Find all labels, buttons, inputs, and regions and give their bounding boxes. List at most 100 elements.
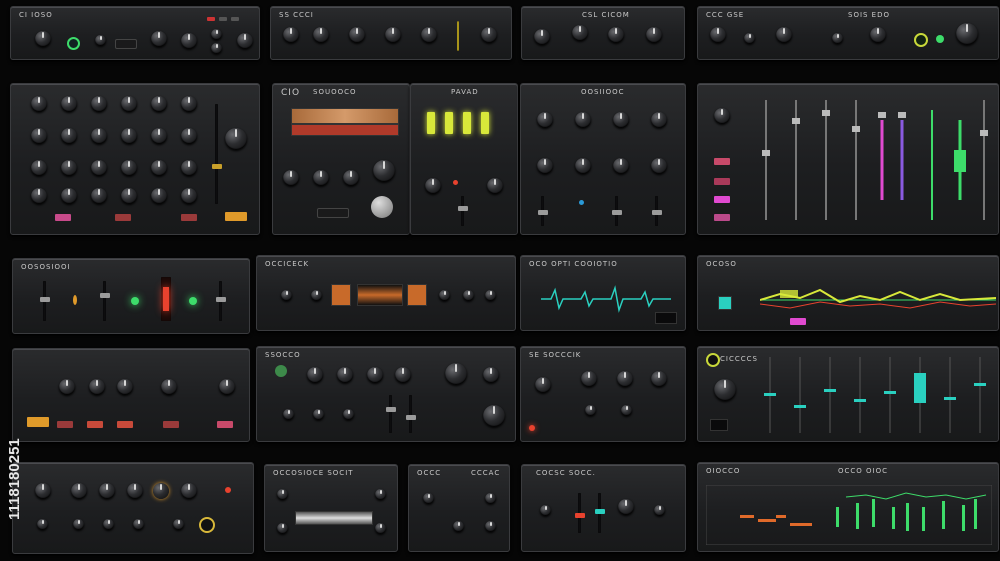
- knob[interactable]: [585, 405, 596, 416]
- knob[interactable]: [283, 27, 299, 43]
- channel-fader[interactable]: [980, 100, 988, 220]
- knob[interactable]: [395, 367, 411, 383]
- knob[interactable]: [313, 409, 324, 420]
- channel-fader[interactable]: [762, 100, 770, 220]
- knob[interactable]: [425, 178, 441, 194]
- knob[interactable]: [646, 27, 662, 43]
- knob[interactable]: [151, 96, 167, 112]
- knob[interactable]: [283, 409, 294, 420]
- fader[interactable]: [211, 104, 222, 204]
- knob[interactable]: [714, 108, 730, 124]
- knob[interactable]: [651, 112, 667, 128]
- fader[interactable]: [537, 196, 548, 226]
- knob[interactable]: [481, 27, 497, 43]
- indicator-button[interactable]: [207, 17, 215, 21]
- switch-button[interactable]: [317, 208, 349, 218]
- indicator-button[interactable]: [714, 158, 730, 165]
- knob[interactable]: [91, 96, 107, 112]
- indicator-button[interactable]: [87, 421, 103, 428]
- knob[interactable]: [776, 27, 792, 43]
- knob[interactable]: [744, 33, 755, 44]
- knob[interactable]: [31, 188, 47, 204]
- fader[interactable]: [457, 196, 468, 226]
- knob[interactable]: [710, 27, 726, 43]
- knob[interactable]: [277, 489, 288, 500]
- knob[interactable]: [103, 519, 114, 530]
- knob[interactable]: [373, 160, 395, 182]
- indicator-button[interactable]: [217, 421, 233, 428]
- knob[interactable]: [121, 128, 137, 144]
- knob[interactable]: [375, 523, 386, 534]
- knob[interactable]: [534, 29, 550, 45]
- knob[interactable]: [651, 158, 667, 174]
- knob[interactable]: [423, 493, 434, 504]
- indicator-button[interactable]: [55, 214, 71, 221]
- indicator-button[interactable]: [225, 212, 247, 221]
- knob[interactable]: [219, 379, 235, 395]
- knob[interactable]: [121, 160, 137, 176]
- knob[interactable]: [91, 128, 107, 144]
- knob[interactable]: [439, 290, 450, 301]
- knob[interactable]: [151, 128, 167, 144]
- knob[interactable]: [35, 483, 51, 499]
- knob[interactable]: [225, 128, 247, 150]
- knob[interactable]: [613, 112, 629, 128]
- knob[interactable]: [91, 160, 107, 176]
- knob[interactable]: [385, 27, 401, 43]
- knob[interactable]: [483, 367, 499, 383]
- knob[interactable]: [453, 521, 464, 532]
- fader[interactable]: [99, 281, 110, 321]
- knob[interactable]: [173, 519, 184, 530]
- knob[interactable]: [127, 483, 143, 499]
- indicator-button[interactable]: [714, 196, 730, 203]
- knob[interactable]: [367, 367, 383, 383]
- knob[interactable]: [617, 371, 633, 387]
- knob[interactable]: [99, 483, 115, 499]
- fader[interactable]: [161, 277, 171, 321]
- knob[interactable]: [313, 27, 329, 43]
- indicator-button[interactable]: [445, 112, 453, 134]
- channel-fader[interactable]: [792, 100, 800, 220]
- knob[interactable]: [618, 499, 634, 515]
- knob[interactable]: [313, 170, 329, 186]
- knob[interactable]: [572, 25, 588, 41]
- knob[interactable]: [181, 96, 197, 112]
- indicator-button[interactable]: [27, 417, 49, 427]
- knob[interactable]: [181, 188, 197, 204]
- knob[interactable]: [31, 96, 47, 112]
- indicator-button[interactable]: [231, 17, 239, 21]
- channel-fader[interactable]: [898, 112, 906, 200]
- knob[interactable]: [95, 35, 106, 46]
- knob[interactable]: [181, 33, 197, 49]
- knob[interactable]: [540, 505, 551, 516]
- fader[interactable]: [385, 395, 396, 433]
- knob[interactable]: [35, 31, 51, 47]
- channel-fader[interactable]: [852, 100, 860, 220]
- knob[interactable]: [211, 43, 222, 54]
- knob[interactable]: [151, 188, 167, 204]
- knob[interactable]: [487, 178, 503, 194]
- knob[interactable]: [181, 128, 197, 144]
- knob[interactable]: [654, 505, 665, 516]
- knob[interactable]: [181, 160, 197, 176]
- knob[interactable]: [343, 409, 354, 420]
- knob[interactable]: [277, 523, 288, 534]
- knob[interactable]: [73, 519, 84, 530]
- knob[interactable]: [71, 483, 87, 499]
- knob[interactable]: [575, 158, 591, 174]
- indicator-button[interactable]: [117, 421, 133, 428]
- knob[interactable]: [121, 96, 137, 112]
- knob[interactable]: [283, 170, 299, 186]
- knob[interactable]: [651, 371, 667, 387]
- knob[interactable]: [89, 379, 105, 395]
- knob[interactable]: [37, 519, 48, 530]
- knob[interactable]: [535, 377, 551, 393]
- knob[interactable]: [613, 158, 629, 174]
- knob[interactable]: [59, 379, 75, 395]
- knob[interactable]: [608, 27, 624, 43]
- indicator-button[interactable]: [714, 214, 730, 221]
- indicator-button[interactable]: [115, 214, 131, 221]
- knob[interactable]: [117, 379, 133, 395]
- knob[interactable]: [61, 188, 77, 204]
- knob[interactable]: [61, 128, 77, 144]
